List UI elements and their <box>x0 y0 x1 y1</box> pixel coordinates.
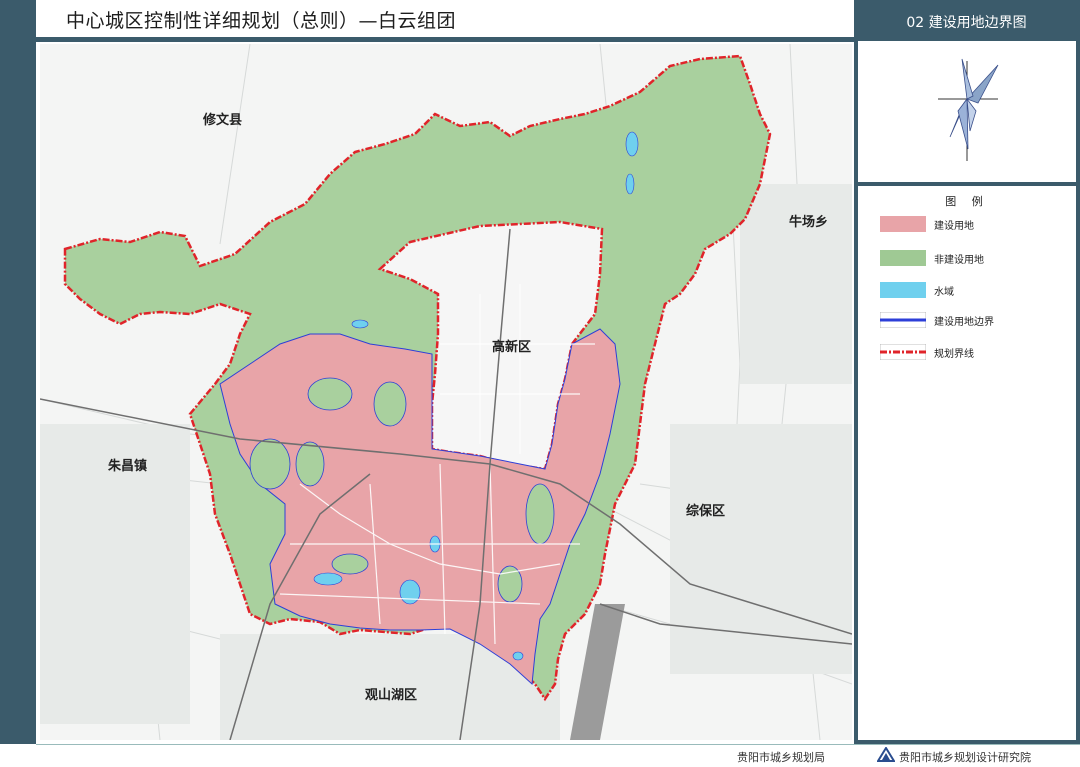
map-canvas[interactable]: 修文县 牛场乡 高新区 朱昌镇 综保区 观山湖区 <box>40 44 852 740</box>
legend-item-construction-boundary: 建设用地边界 <box>880 310 1070 330</box>
legend-label: 建设用地边界 <box>934 317 994 328</box>
wind-rose-north-icon <box>938 58 999 161</box>
legend-swatch-non-construction-land <box>880 250 926 266</box>
legend-panel: 图 例 建设用地 非建设用地 水域 建设用地边界 规划界线 <box>858 186 1076 740</box>
legend-label: 建设用地 <box>934 221 974 232</box>
institute-logo-icon <box>877 747 895 762</box>
legend-label: 水域 <box>934 287 954 298</box>
place-label-gaoxin: 高新区 <box>492 340 532 355</box>
compass-panel <box>858 41 1076 182</box>
legend-item-non-construction-land: 非建设用地 <box>880 248 1070 268</box>
place-label-zongbao: 综保区 <box>686 504 726 519</box>
header-divider <box>36 37 854 42</box>
footer-org-left: 贵阳市城乡规划局 <box>737 751 825 764</box>
place-label-xiuwen: 修文县 <box>203 113 243 128</box>
page-title: 中心城区控制性详细规划（总则）—白云组团 <box>66 10 457 32</box>
legend-item-water: 水域 <box>880 280 1070 300</box>
legend-label: 规划界线 <box>934 349 974 360</box>
footer: 贵阳市城乡规划局 贵阳市城乡规划设计研究院 <box>0 744 1080 767</box>
footer-org-right: 贵阳市城乡规划设计研究院 <box>899 751 1031 764</box>
sheet-title: 02 建设用地边界图 <box>906 15 1027 31</box>
legend-swatch-construction-boundary <box>880 312 926 328</box>
legend-swatch-water <box>880 282 926 298</box>
place-label-zhuchang: 朱昌镇 <box>108 459 148 474</box>
legend-swatch-construction-land <box>880 216 926 232</box>
header: 中心城区控制性详细规划（总则）—白云组团 <box>36 0 854 37</box>
legend-item-planning-line: 规划界线 <box>880 342 1070 362</box>
legend-item-construction-land: 建设用地 <box>880 214 1070 234</box>
map-svg <box>40 44 852 740</box>
legend-swatch-planning-line <box>880 344 926 360</box>
legend-title: 图 例 <box>945 195 989 208</box>
place-label-niuchang: 牛场乡 <box>789 215 829 230</box>
footer-divider <box>36 744 1080 745</box>
place-label-guanshanhu: 观山湖区 <box>365 688 418 703</box>
legend-label: 非建设用地 <box>934 255 984 266</box>
railway-corridor <box>570 604 625 740</box>
left-frame-bar <box>0 0 36 744</box>
